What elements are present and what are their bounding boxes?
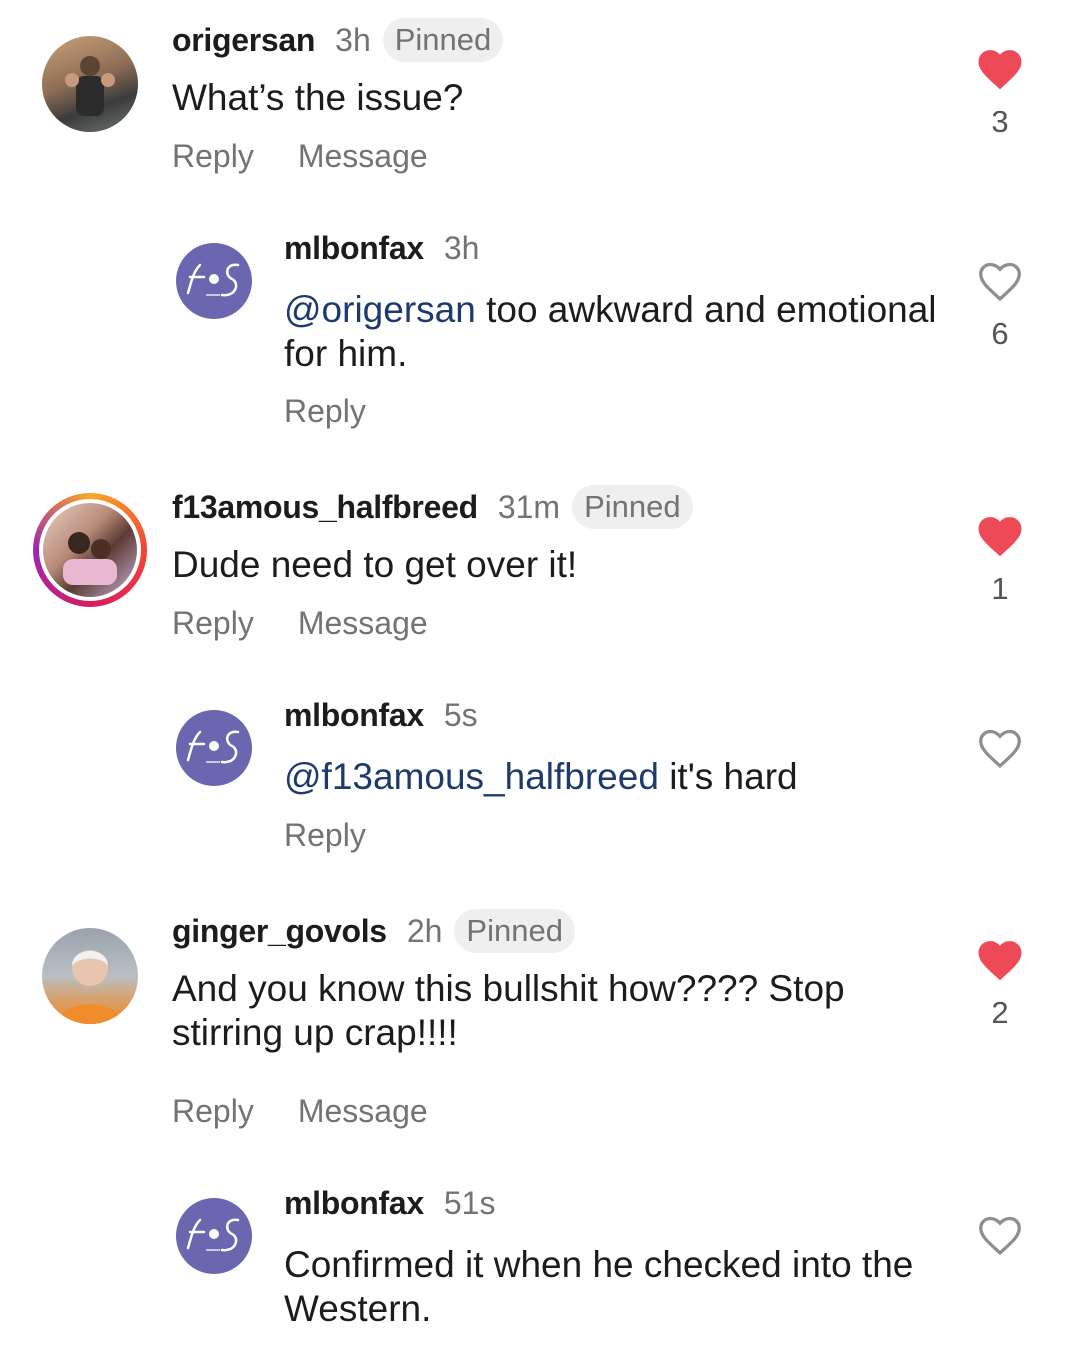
user-photo-icon: [65, 56, 115, 116]
reply-button[interactable]: Reply: [172, 605, 254, 642]
username[interactable]: ginger_govols: [172, 913, 387, 950]
fos-avatar[interactable]: [176, 243, 252, 319]
user-avatar[interactable]: [42, 928, 138, 1024]
like-button[interactable]: 3: [960, 50, 1040, 140]
comment-text: @origersan too awkward and emotional for…: [284, 288, 944, 376]
comment-text: And you know this bullshit how???? Stop …: [172, 968, 845, 1053]
like-button[interactable]: 6: [960, 262, 1040, 352]
fos-logo-icon: [186, 730, 240, 764]
timestamp: 51s: [443, 1185, 496, 1221]
fos-avatar[interactable]: [176, 710, 252, 786]
fos-avatar[interactable]: [176, 1198, 252, 1274]
reply-button[interactable]: Reply: [284, 817, 366, 854]
reply-button[interactable]: Reply: [284, 393, 366, 430]
comment-text: Confirmed it when he checked into the We…: [284, 1244, 914, 1329]
user-avatar-story-ring[interactable]: [33, 493, 147, 607]
heart-outline-icon: [979, 262, 1021, 302]
timestamp: 5s: [443, 697, 478, 733]
comment-body: it's hard: [658, 756, 798, 797]
timestamp: 31m: [497, 488, 561, 525]
like-count: 1: [991, 571, 1009, 606]
comment-text: Dude need to get over it!: [172, 544, 578, 585]
pinned-badge: Pinned: [572, 485, 693, 529]
user-avatar[interactable]: [42, 36, 138, 132]
reply-button[interactable]: Reply: [172, 1093, 254, 1130]
username[interactable]: mlbonfax: [284, 697, 424, 734]
like-button[interactable]: 2: [960, 941, 1040, 1031]
username[interactable]: mlbonfax: [284, 1185, 424, 1222]
heart-filled-icon: [978, 50, 1022, 90]
comment-text: @f13amous_halfbreed it's hard: [284, 755, 944, 799]
heart-outline-icon: [979, 729, 1021, 769]
message-button[interactable]: Message: [298, 605, 428, 642]
fos-logo-icon: [186, 1218, 240, 1252]
timestamp: 2h: [406, 912, 443, 949]
heart-filled-icon: [978, 941, 1022, 981]
pinned-badge: Pinned: [382, 18, 504, 62]
reply-button[interactable]: Reply: [172, 138, 254, 175]
username[interactable]: origersan: [172, 22, 315, 59]
username[interactable]: f13amous_halfbreed: [172, 489, 478, 526]
timestamp: 3h: [335, 21, 371, 58]
fos-logo-icon: [186, 263, 240, 297]
comment-text: What’s the issue?: [172, 77, 464, 118]
heart-filled-icon: [978, 517, 1022, 557]
user-photo-icon: [58, 950, 122, 1024]
like-button[interactable]: [960, 1216, 1040, 1256]
heart-outline-icon: [979, 1216, 1021, 1256]
timestamp: 3h: [443, 230, 480, 266]
mention-link[interactable]: @f13amous_halfbreed: [284, 756, 659, 797]
mention-link[interactable]: @origersan: [284, 289, 476, 330]
message-button[interactable]: Message: [298, 138, 428, 175]
message-button[interactable]: Message: [298, 1093, 428, 1130]
like-count: 2: [991, 995, 1009, 1030]
pinned-badge: Pinned: [454, 909, 575, 953]
like-count: 6: [991, 316, 1009, 351]
user-photo-icon: [63, 532, 117, 585]
like-button[interactable]: [960, 729, 1040, 769]
like-count: 3: [991, 104, 1009, 139]
like-button[interactable]: 1: [960, 517, 1040, 607]
username[interactable]: mlbonfax: [284, 230, 424, 267]
